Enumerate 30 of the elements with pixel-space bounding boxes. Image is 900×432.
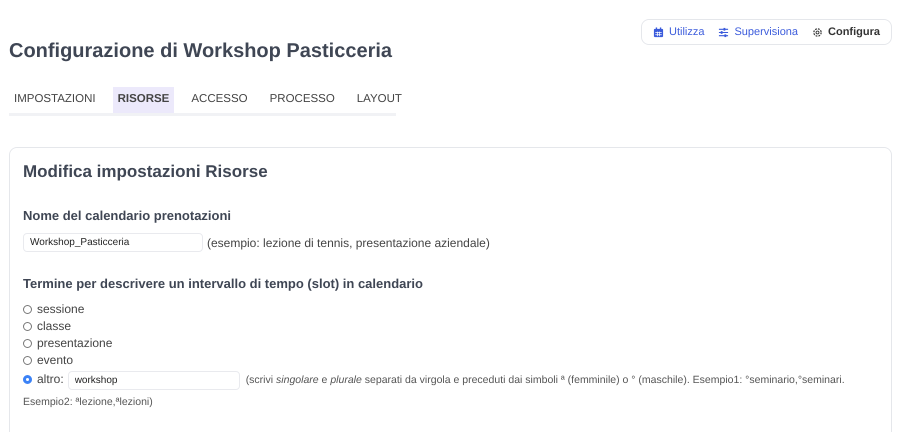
radio-button[interactable] [23,305,32,314]
input-field[interactable]: workshop [68,371,240,390]
option-label: presentazione [37,336,112,350]
page-title: Configurazione di Workshop Pasticceria [9,40,392,63]
tab[interactable]: RISORSE [112,87,174,113]
tab[interactable]: PROCESSO [264,87,340,113]
field-label: Termine per descrivere un intervallo di tempo (slot) in calendario [23,276,424,291]
hint-text: (esempio: lezione di tennis, presentazione aziendale) [207,236,490,250]
card-title: Modifica impostazioni Risorse [23,162,269,182]
mode-link[interactable]: Configura [812,26,880,38]
calendar-icon [653,26,664,38]
tab[interactable]: ACCESSO [186,87,253,113]
option-label: evento [37,353,74,367]
hint-text: Esempio2: ªlezione,ªlezioni) [23,396,153,408]
tab[interactable]: LAYOUT [352,87,407,113]
radio-button[interactable] [23,339,32,348]
sliders-icon [718,26,730,38]
field-label: Nome del calendario prenotazioni [23,208,232,223]
radio-button[interactable] [23,375,32,384]
input-field[interactable]: Workshop_Pasticceria [23,233,203,252]
option-label: classe [37,319,72,333]
radio-button[interactable] [23,322,32,331]
mode-link[interactable]: Supervisiona [718,26,798,38]
option-label: sessione [37,302,84,316]
mode-link[interactable]: Utilizza [653,26,704,38]
radio-button[interactable] [23,356,32,365]
tab[interactable]: IMPOSTAZIONI [9,87,101,113]
settings-icon [812,26,824,38]
option-label: altro: [37,372,64,386]
hint-text: (scrivi singolare e plurale separati da virgola e preceduti dai simboli ª (femminile) o ° (maschile). Esempio1: °seminario,°seminari. [246,374,845,386]
